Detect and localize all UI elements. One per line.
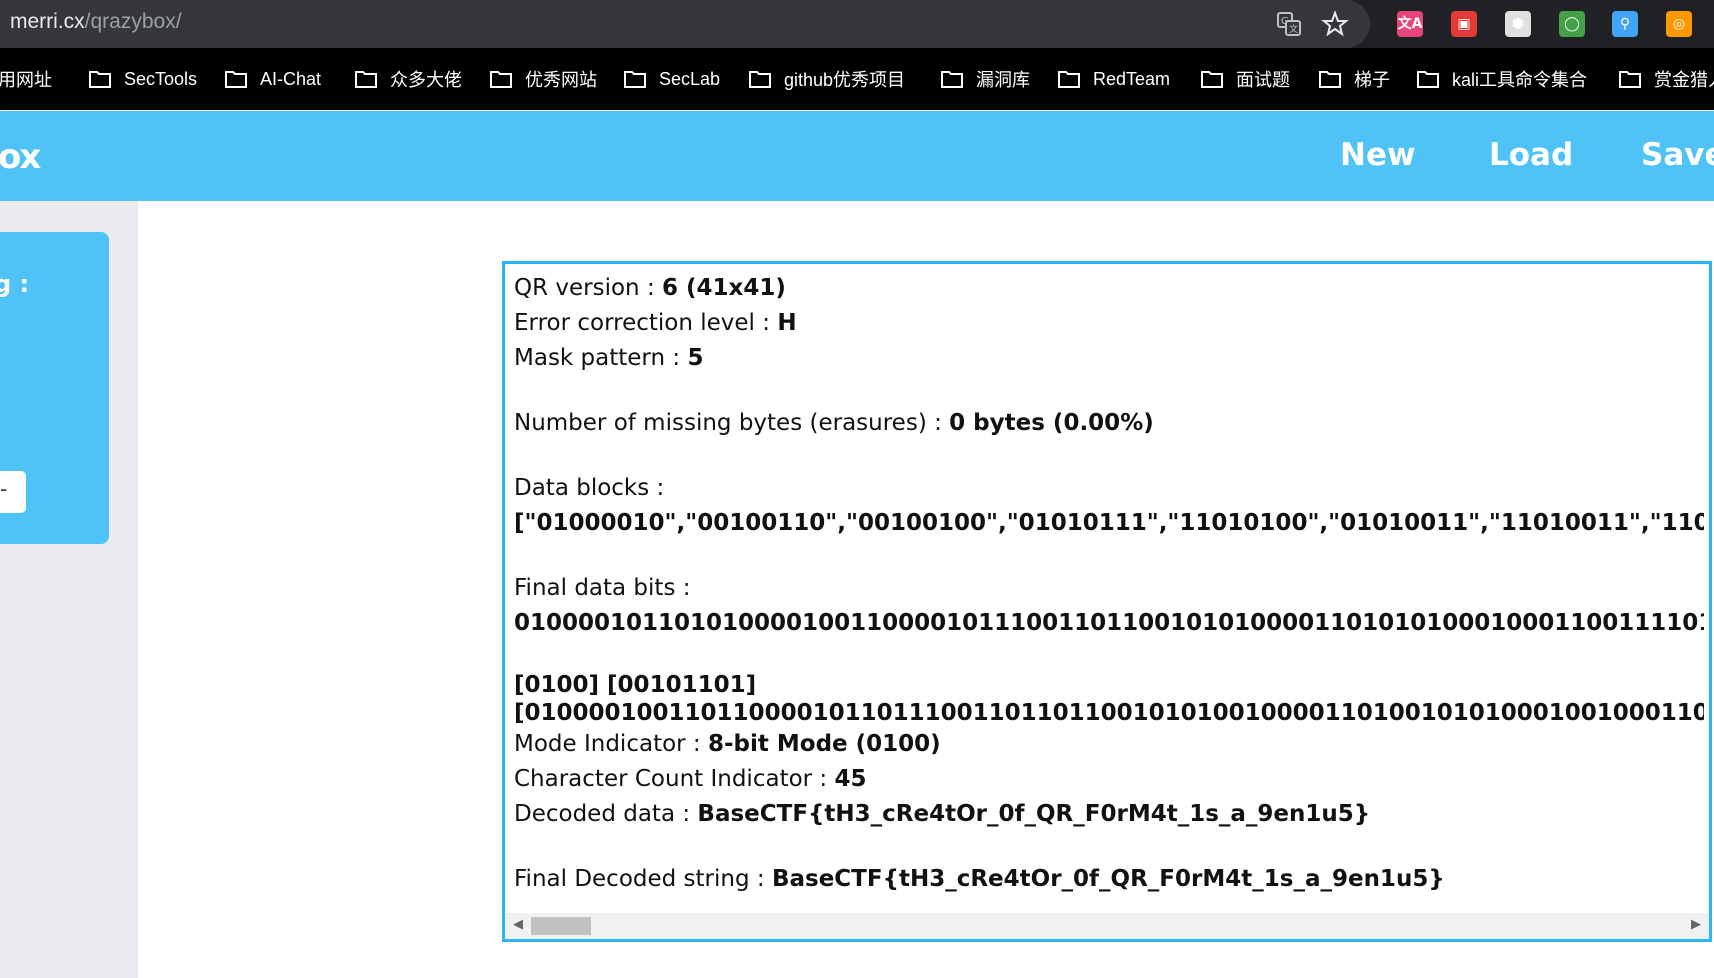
bookmark-item[interactable]: 优秀网站 [489,66,597,92]
scrollbar-thumb[interactable] [531,917,591,935]
folder-icon [1200,69,1224,89]
bookmark-label: kali工具命令集合 [1452,70,1588,90]
url-path: /qrazybox/ [84,10,182,33]
bookmarks-bar: 常用网址 SecTools AI-Chat 众多大佬 优秀网站 SecLab github优… [0,48,1714,110]
bookmark-label: 众多大佬 [390,70,462,90]
bookmark-label: 优秀网站 [525,70,597,90]
browser-toolbar: merri.cx/qrazybox/ G 文 文A ▣ ⬢ ◯ ⚲ ◎ [0,0,1714,48]
ext-orange-icon[interactable]: ◎ [1666,11,1692,37]
folder-icon [224,69,248,89]
bookmark-item[interactable]: AI-Chat [224,66,321,92]
bookmark-label: github优秀项目 [784,70,906,90]
bookmark-label: 漏洞库 [976,70,1030,90]
decode-result-box[interactable]: QR version : 6 (41x41) Error correction … [502,261,1712,942]
missing-bytes-value: 0 bytes (0.00%) [949,410,1154,436]
final-decoded-row: Final Decoded string : BaseCTF{tH3_cRe4t… [514,862,1704,897]
decoded-value: BaseCTF{tH3_cRe4tOr_0f_QR_F0rM4t_1s_a_9e… [697,801,1371,827]
mode-value: 8-bit Mode (0100) [707,731,941,757]
bookmark-label: 面试题 [1236,70,1290,90]
folder-icon [748,69,772,89]
horizontal-scrollbar[interactable]: ◀ ▶ [505,913,1709,939]
tools-panel-button[interactable]: - [0,471,26,513]
bookmark-label: 常用网址 [0,70,52,90]
ext-red-icon[interactable]: ▣ [1451,11,1477,37]
bookmark-item[interactable]: 众多大佬 [354,66,462,92]
bookmark-item[interactable]: SecTools [88,66,197,92]
bookmark-label: 梯子 [1354,70,1390,90]
mask-label: Mask pattern : [514,345,688,371]
scroll-left-arrow-icon[interactable]: ◀ [513,917,523,932]
load-button[interactable]: Load [1489,137,1573,173]
final-decoded-label: Final Decoded string : [514,866,772,892]
save-button[interactable]: Save [1641,137,1714,173]
bookmark-label: SecTools [124,68,198,89]
bookmark-star-icon[interactable] [1321,10,1349,38]
ext-nodes-icon[interactable]: ⬢ [1505,11,1531,37]
address-field[interactable]: merri.cx/qrazybox/ G 文 [0,0,1370,48]
folder-icon [1618,69,1642,89]
data-blocks-label: Data blocks : [514,475,665,501]
bookmark-item[interactable]: 常用网址 [0,66,52,92]
app-header: ox New Load Save [0,111,1714,201]
bookmark-item[interactable]: 赏金猎人 [1618,66,1714,92]
final-bits-value: 0100001011010100001001100001011100110110… [514,610,1704,636]
missing-bytes-label: Number of missing bytes (erasures) : [514,410,950,436]
folder-icon [940,69,964,89]
folder-icon [489,69,513,89]
ecl-row: Error correction level : H [514,306,1704,341]
bookmark-label: SecLab [659,68,721,89]
translate-icon[interactable]: G 文 [1275,10,1303,38]
qr-version-row: QR version : 6 (41x41) [514,271,1704,306]
bookmark-item[interactable]: RedTeam [1057,66,1170,92]
decode-result-content: QR version : 6 (41x41) Error correction … [514,271,1704,916]
folder-icon [88,69,112,89]
qr-version-value: 6 (41x41) [662,275,786,301]
bookmark-item[interactable]: 漏洞库 [940,66,1030,92]
ext-pin-icon[interactable]: ⚲ [1612,11,1638,37]
mode-row: Mode Indicator : 8-bit Mode (0100) [514,727,1704,762]
segment-header: [0100] [00101101] [514,672,757,698]
url-text[interactable]: merri.cx/qrazybox/ [10,10,182,34]
bookmark-label: 赏金猎人 [1654,70,1714,90]
count-label: Character Count Indicator : [514,766,835,792]
mask-value: 5 [687,345,704,371]
folder-icon [354,69,378,89]
final-decoded-value: BaseCTF{tH3_cRe4tOr_0f_QR_F0rM4t_1s_a_9e… [771,866,1445,892]
scroll-right-arrow-icon[interactable]: ▶ [1691,917,1701,932]
ext-translate-icon[interactable]: 文A [1397,11,1423,37]
app-logo[interactable]: ox [0,137,41,177]
missing-bytes-row: Number of missing bytes (erasures) : 0 b… [514,406,1704,441]
folder-icon [1416,69,1440,89]
final-bits-label: Final data bits : [514,575,691,601]
folder-icon [1318,69,1342,89]
bookmark-item[interactable]: 梯子 [1318,66,1390,92]
count-value: 45 [834,766,867,792]
bookmark-item[interactable]: github优秀项目 [748,66,905,92]
decoded-label: Decoded data : [514,801,698,827]
bookmark-label: RedTeam [1093,68,1171,89]
svg-text:文: 文 [1289,23,1298,35]
folder-icon [623,69,647,89]
decoded-row: Decoded data : BaseCTF{tH3_cRe4tOr_0f_QR… [514,797,1704,832]
ecl-value: H [777,310,797,336]
tools-panel-button-label: - [0,477,8,501]
new-button[interactable]: New [1340,137,1416,173]
bookmark-item[interactable]: SecLab [623,66,720,92]
bookmark-item[interactable]: 面试题 [1200,66,1290,92]
bookmark-item[interactable]: kali工具命令集合 [1416,66,1587,92]
bookmark-label: AI-Chat [260,68,322,89]
mode-label: Mode Indicator : [514,731,708,757]
data-blocks-value: ["01000010","00100110","00100100","01010… [514,510,1704,536]
mask-row: Mask pattern : 5 [514,341,1704,376]
qr-version-label: QR version : [514,275,663,301]
ecl-label: Error correction level : [514,310,778,336]
ext-ring-icon[interactable]: ◯ [1559,11,1585,37]
count-row: Character Count Indicator : 45 [514,762,1704,797]
segment-bits: [010000100110110000101101110011011011001… [514,700,1704,726]
tools-panel-label: g : [0,270,30,298]
url-host: merri.cx [10,10,85,33]
folder-icon [1057,69,1081,89]
